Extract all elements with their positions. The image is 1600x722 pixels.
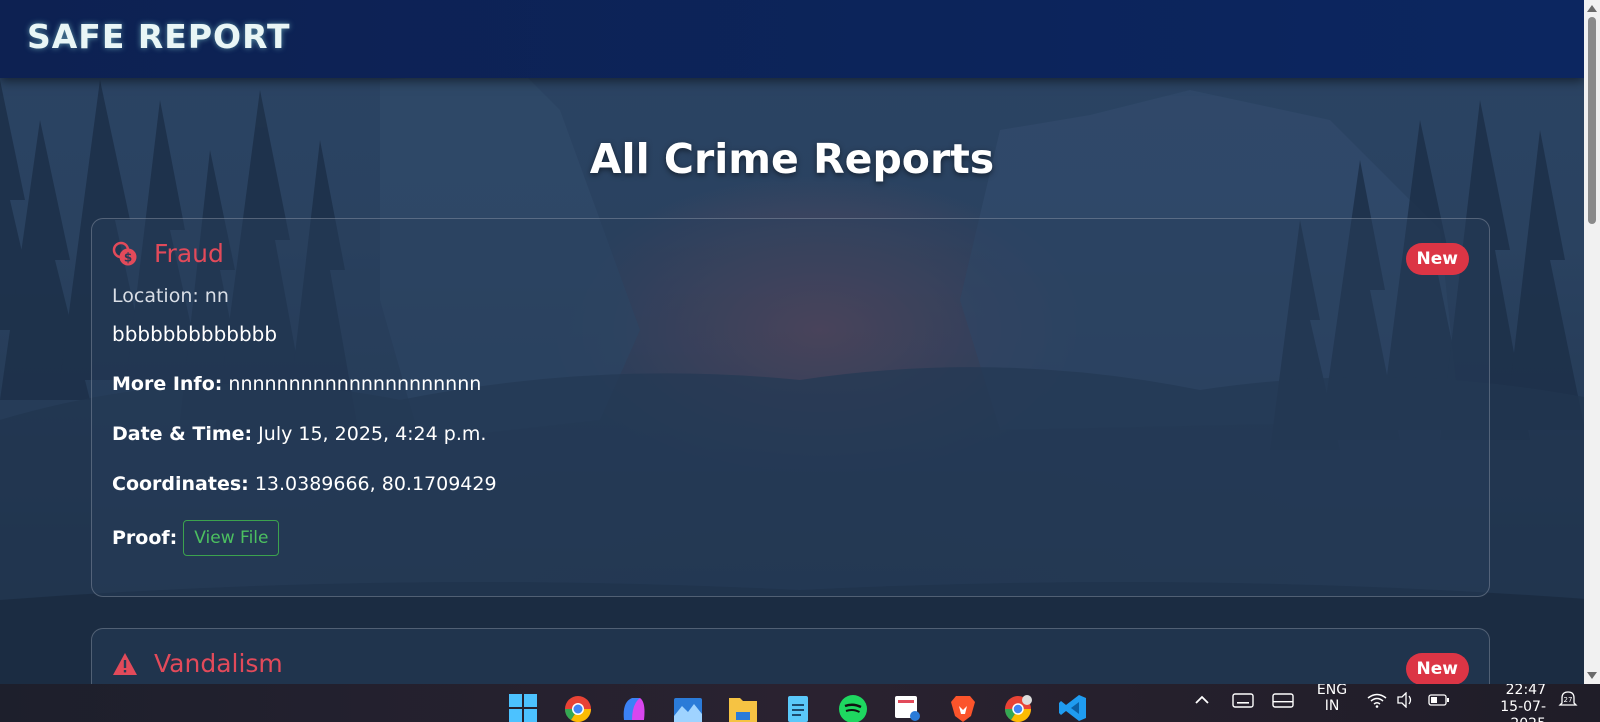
show-hidden-icons-chevron-icon[interactable] — [1194, 692, 1210, 710]
report-category: Fraud — [154, 239, 224, 268]
volume-icon[interactable] — [1396, 691, 1416, 712]
date-value: July 15, 2025, 4:24 p.m. — [258, 423, 487, 445]
scrollbar-thumb[interactable] — [1588, 17, 1596, 224]
windows-start-icon[interactable] — [508, 692, 538, 722]
report-more-info: More Info: nnnnnnnnnnnnnnnnnnnnn — [112, 373, 481, 395]
money-coins-icon: $ — [112, 241, 138, 267]
scroll-down-arrow-icon[interactable] — [1587, 672, 1597, 679]
coords-label: Coordinates: — [112, 473, 249, 495]
warning-triangle-icon — [112, 651, 138, 677]
proof-label: Proof: — [112, 527, 178, 549]
status-badge: New — [1405, 653, 1469, 685]
coords-value: 13.0389666, 80.1709429 — [254, 473, 497, 495]
snipping-tool-icon[interactable] — [893, 692, 923, 722]
view-file-button[interactable]: View File — [183, 520, 280, 556]
report-description: bbbbbbbbbbbbb — [112, 322, 278, 346]
vertical-scrollbar[interactable] — [1584, 0, 1600, 684]
report-datetime: Date & Time: July 15, 2025, 4:24 p.m. — [112, 423, 486, 445]
windows-taskbar: ENG IN 22:47 15-07-2025 27 — [0, 684, 1600, 722]
more-info-label: More Info: — [112, 373, 223, 395]
language-code: ENG — [1316, 684, 1348, 698]
copilot-icon[interactable] — [618, 692, 648, 722]
clock-time: 22:47 — [1505, 684, 1546, 698]
battery-icon[interactable] — [1428, 692, 1450, 712]
more-info-value: nnnnnnnnnnnnnnnnnnnnn — [228, 373, 482, 395]
language-indicator[interactable]: ENG IN — [1316, 684, 1348, 714]
report-location: Location: nn — [112, 285, 229, 307]
clock[interactable]: 22:47 15-07-2025 — [1468, 684, 1546, 722]
wifi-icon[interactable] — [1367, 692, 1387, 712]
vscode-icon[interactable] — [1058, 692, 1088, 722]
notepad-icon[interactable] — [783, 692, 813, 722]
photos-icon[interactable] — [673, 692, 703, 722]
pen-menu-icon[interactable] — [1272, 692, 1294, 712]
svg-text:$: $ — [124, 250, 132, 264]
spotify-icon[interactable] — [838, 692, 868, 722]
chrome-icon[interactable] — [563, 692, 593, 722]
page-title: All Crime Reports — [589, 135, 995, 183]
touch-keyboard-icon[interactable] — [1232, 692, 1254, 712]
report-proof: Proof: View File — [112, 520, 280, 556]
top-navbar: SAFE REPORT — [0, 0, 1584, 78]
file-explorer-icon[interactable] — [728, 692, 758, 722]
report-header: $ Fraud — [112, 239, 224, 268]
language-region: IN — [1324, 698, 1340, 714]
clock-date: 15-07-2025 — [1500, 699, 1546, 722]
report-header: Vandalism — [112, 649, 283, 678]
report-card: $ Fraud New Location: nn bbbbbbbbbbbbb M… — [91, 218, 1490, 597]
scroll-up-arrow-icon[interactable] — [1587, 5, 1597, 12]
report-category: Vandalism — [154, 649, 283, 678]
report-coordinates: Coordinates: 13.0389666, 80.1709429 — [112, 473, 497, 495]
date-label: Date & Time: — [112, 423, 253, 445]
notification-bell-icon[interactable]: 27 — [1558, 690, 1578, 712]
brave-icon[interactable] — [948, 692, 978, 722]
brand-logo[interactable]: SAFE REPORT — [27, 17, 291, 56]
status-badge: New — [1405, 243, 1469, 275]
notification-count: 27 — [1564, 696, 1573, 704]
chrome-profile-icon[interactable] — [1003, 692, 1033, 722]
